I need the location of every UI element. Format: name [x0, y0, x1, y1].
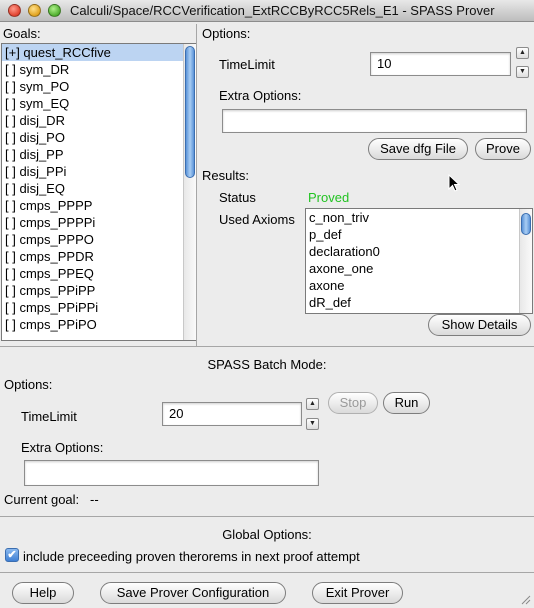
- goal-item[interactable]: [ ] disj_EQ: [2, 180, 196, 197]
- resize-grip-icon[interactable]: [519, 593, 531, 605]
- goal-item[interactable]: [ ] disj_DR: [2, 112, 196, 129]
- goals-label: Goals:: [3, 26, 41, 41]
- batch-timelimit-decrement[interactable]: ▼: [306, 418, 319, 430]
- axioms-scroll-thumb[interactable]: [521, 213, 531, 235]
- goal-item[interactable]: [ ] disj_PP: [2, 146, 196, 163]
- goal-item[interactable]: [ ] sym_EQ: [2, 95, 196, 112]
- axiom-item[interactable]: axone: [306, 277, 532, 294]
- split-divider[interactable]: [196, 24, 197, 346]
- close-window-button[interactable]: [8, 4, 21, 17]
- goals-scrollbar[interactable]: [183, 44, 196, 340]
- goal-item[interactable]: [ ] sym_DR: [2, 61, 196, 78]
- axiom-item[interactable]: p_def: [306, 226, 532, 243]
- batch-extra-options-label: Extra Options:: [21, 440, 104, 455]
- timelimit-decrement[interactable]: ▼: [516, 66, 529, 78]
- goals-scroll-thumb[interactable]: [185, 46, 195, 178]
- goal-item[interactable]: [ ] cmps_PPPO: [2, 231, 196, 248]
- stop-button[interactable]: Stop: [328, 392, 378, 414]
- title-bar: Calculi/Space/RCCVerification_ExtRCCByRC…: [0, 0, 534, 22]
- batch-timelimit-label: TimeLimit: [21, 409, 77, 424]
- goal-item[interactable]: [ ] cmps_PPiPPi: [2, 299, 196, 316]
- show-details-button[interactable]: Show Details: [428, 314, 531, 336]
- extra-options-label: Extra Options:: [219, 88, 302, 103]
- results-label: Results:: [202, 168, 249, 183]
- options-label: Options:: [202, 26, 251, 41]
- axiom-item[interactable]: c_non_triv: [306, 209, 532, 226]
- mouse-pointer-icon: [448, 174, 460, 192]
- goal-item[interactable]: [ ] cmps_PPDR: [2, 248, 196, 265]
- goal-item[interactable]: [ ] cmps_PPPP: [2, 197, 196, 214]
- goal-item[interactable]: [ ] cmps_PPPPi: [2, 214, 196, 231]
- save-dfg-file-button[interactable]: Save dfg File: [368, 138, 468, 160]
- global-options-title: Global Options:: [222, 527, 312, 542]
- help-button[interactable]: Help: [12, 582, 74, 604]
- goal-item[interactable]: [ ] cmps_PPEQ: [2, 265, 196, 282]
- axioms-scrollbar[interactable]: [519, 209, 532, 313]
- timelimit-label: TimeLimit: [219, 57, 275, 72]
- status-label: Status: [219, 190, 256, 205]
- batch-timelimit-input[interactable]: 20: [162, 402, 302, 426]
- exit-prover-button[interactable]: Exit Prover: [312, 582, 403, 604]
- status-value: Proved: [308, 190, 350, 205]
- axiom-item[interactable]: dR_def: [306, 294, 532, 311]
- goal-item[interactable]: [ ] cmps_PPiPO: [2, 316, 196, 333]
- axiom-item[interactable]: declaration0: [306, 243, 532, 260]
- goal-item[interactable]: [+] quest_RCCfive: [2, 44, 196, 61]
- divider-footer: [0, 572, 534, 573]
- goal-item[interactable]: [ ] sym_PO: [2, 78, 196, 95]
- timelimit-input[interactable]: 10: [370, 52, 511, 76]
- save-prover-configuration-button[interactable]: Save Prover Configuration: [100, 582, 286, 604]
- run-button[interactable]: Run: [383, 392, 430, 414]
- include-proven-checkbox[interactable]: ✔: [5, 548, 19, 562]
- zoom-window-button[interactable]: [48, 4, 61, 17]
- used-axioms-list[interactable]: c_non_triv p_def declaration0 axone_one axon…: [305, 208, 533, 314]
- batch-timelimit-increment[interactable]: ▲: [306, 398, 319, 410]
- axiom-item[interactable]: axone_one: [306, 260, 532, 277]
- include-proven-label: include preceeding proven therorems in n…: [23, 549, 360, 564]
- timelimit-increment[interactable]: ▲: [516, 47, 529, 59]
- goal-item[interactable]: [ ] cmps_PPiPP: [2, 282, 196, 299]
- used-axioms-label: Used Axioms: [219, 212, 295, 227]
- goal-item[interactable]: [ ] disj_PO: [2, 129, 196, 146]
- goals-items: [+] quest_RCCfive[ ] sym_DR[ ] sym_PO[ ]…: [2, 44, 196, 333]
- divider-global: [0, 516, 534, 517]
- goal-item[interactable]: [ ] disj_PPi: [2, 163, 196, 180]
- batch-options-label: Options:: [4, 377, 53, 392]
- prove-button[interactable]: Prove: [475, 138, 531, 160]
- batch-mode-title: SPASS Batch Mode:: [207, 357, 327, 372]
- goals-list[interactable]: [+] quest_RCCfive[ ] sym_DR[ ] sym_PO[ ]…: [1, 43, 197, 341]
- batch-extra-options-input[interactable]: [24, 460, 319, 486]
- current-goal-value: --: [90, 492, 99, 507]
- minimize-window-button[interactable]: [28, 4, 41, 17]
- extra-options-input[interactable]: [222, 109, 527, 133]
- current-goal-label: Current goal:: [4, 492, 80, 507]
- window-title: Calculi/Space/RCCVerification_ExtRCCByRC…: [70, 3, 495, 18]
- divider-batch: [0, 346, 534, 347]
- axioms-items: c_non_triv p_def declaration0 axone_one axon…: [306, 209, 532, 311]
